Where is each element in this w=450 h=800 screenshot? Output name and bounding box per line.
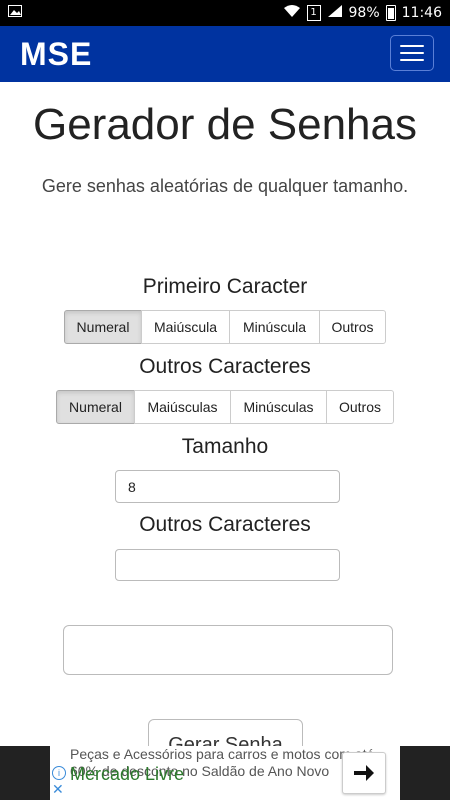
arrow-right-icon[interactable] xyxy=(342,752,386,794)
navbar: MSE xyxy=(0,26,450,82)
first-char-option-minuscula[interactable]: Minúscula xyxy=(229,310,320,344)
page-subtitle: Gere senhas aleatórias de qualquer taman… xyxy=(41,176,409,196)
signal-icon xyxy=(327,4,343,22)
ad-card[interactable]: Peças e Acessórios para carros e motos c… xyxy=(50,746,400,800)
size-input[interactable]: 8 xyxy=(115,470,340,503)
sim-icon: 1 xyxy=(306,5,321,21)
status-bar: 1 98% 11:46 xyxy=(0,0,450,26)
password-output[interactable] xyxy=(63,625,393,675)
ad-banner: Peças e Acessórios para carros e motos c… xyxy=(0,746,450,800)
custom-chars-input[interactable] xyxy=(115,549,340,581)
first-char-option-outros[interactable]: Outros xyxy=(319,310,386,344)
other-chars-label: Outros Caracteres xyxy=(139,355,311,378)
custom-chars-label: Outros Caracteres xyxy=(139,513,311,536)
other-chars-toggle: Numeral Maiúsculas Minúsculas Outros xyxy=(56,390,394,424)
other-chars-option-numeral[interactable]: Numeral xyxy=(56,390,135,424)
first-char-option-numeral[interactable]: Numeral xyxy=(64,310,142,344)
other-chars-option-maiusculas[interactable]: Maiúsculas xyxy=(134,390,231,424)
other-chars-option-minusculas[interactable]: Minúsculas xyxy=(230,390,327,424)
first-char-option-maiuscula[interactable]: Maiúscula xyxy=(141,310,230,344)
other-chars-option-outros[interactable]: Outros xyxy=(326,390,394,424)
first-char-label: Primeiro Caracter xyxy=(142,275,308,298)
battery-percent: 98% xyxy=(348,5,380,21)
brand-logo[interactable]: MSE xyxy=(20,36,92,73)
page-title: Gerador de Senhas xyxy=(32,100,418,149)
hamburger-icon[interactable] xyxy=(390,35,434,71)
size-label: Tamanho xyxy=(181,435,269,458)
image-icon xyxy=(8,5,22,21)
first-char-toggle: Numeral Maiúscula Minúscula Outros xyxy=(64,310,386,344)
clock: 11:46 xyxy=(401,5,442,21)
wifi-icon xyxy=(283,4,301,22)
battery-icon xyxy=(385,5,396,21)
close-icon[interactable]: ✕ xyxy=(52,782,64,796)
info-icon[interactable]: i xyxy=(52,766,66,780)
ad-brand: Mercado Livre xyxy=(70,764,185,784)
